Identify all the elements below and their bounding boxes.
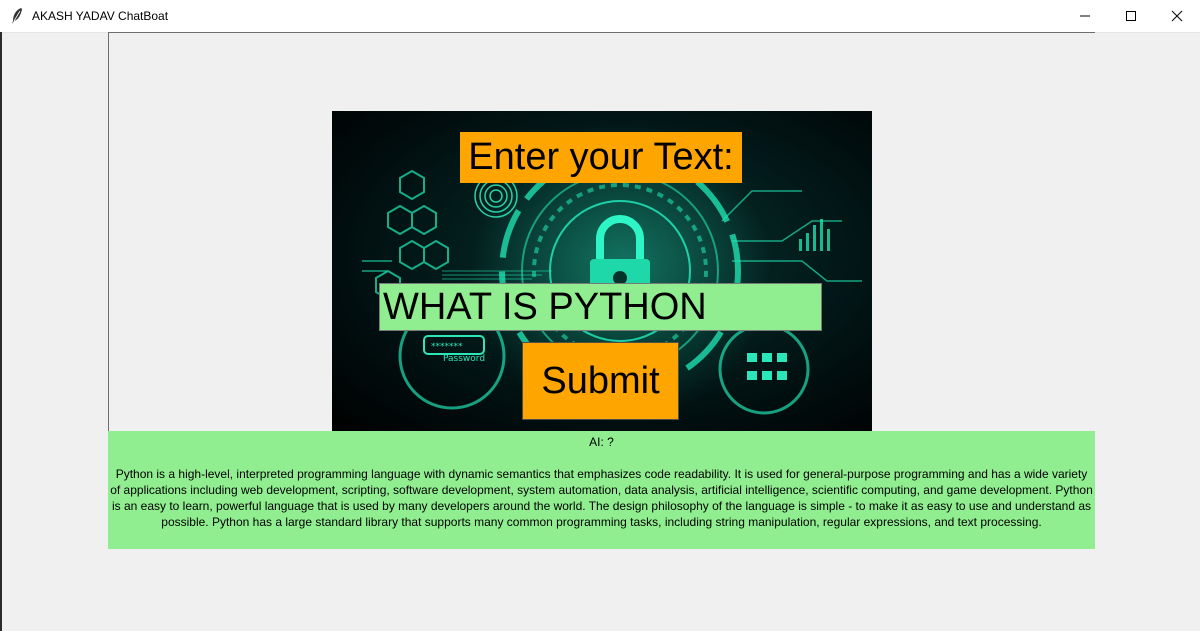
ai-response-text: Python is a high-level, interpreted prog… bbox=[110, 467, 1093, 529]
minimize-button[interactable] bbox=[1062, 0, 1108, 32]
submit-button[interactable]: Submit bbox=[522, 342, 679, 420]
password-text: Password bbox=[443, 354, 485, 364]
close-icon bbox=[1171, 10, 1183, 22]
response-panel: AI: ? Python is a high-level, interprete… bbox=[108, 431, 1095, 549]
svg-text:*******: ******* bbox=[431, 342, 463, 352]
window-title: AKASH YADAV ChatBoat bbox=[32, 9, 169, 23]
window-left-border bbox=[0, 32, 2, 631]
app-window: AKASH YADAV ChatBoat ******* Password En… bbox=[0, 0, 1200, 631]
lock-grid-icon bbox=[747, 353, 787, 380]
maximize-button[interactable] bbox=[1108, 0, 1154, 32]
maximize-icon bbox=[1126, 11, 1136, 21]
ai-prefix: AI: ? bbox=[589, 435, 614, 449]
text-input[interactable]: WHAT IS PYTHON bbox=[379, 283, 822, 331]
feather-icon bbox=[12, 8, 22, 24]
minimize-icon bbox=[1080, 15, 1090, 17]
title-bar[interactable]: AKASH YADAV ChatBoat bbox=[0, 0, 1200, 33]
prompt-label: Enter your Text: bbox=[460, 132, 742, 183]
close-button[interactable] bbox=[1154, 0, 1200, 32]
